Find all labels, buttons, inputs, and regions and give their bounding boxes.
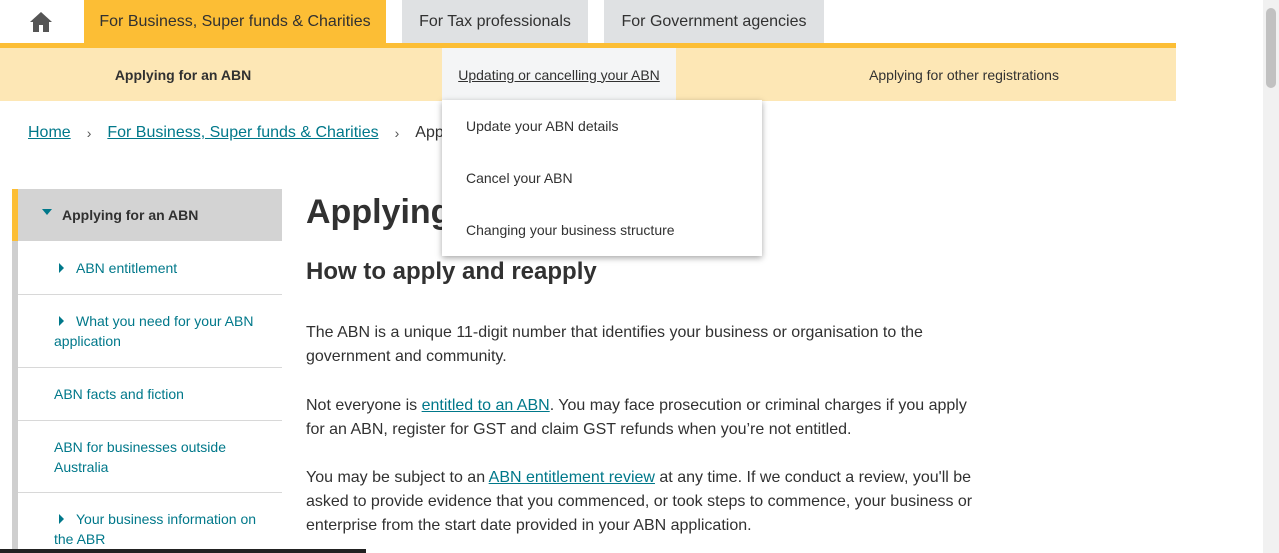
sidebar-item-outside-australia[interactable]: ABN for businesses outside Australia [18,421,282,493]
breadcrumb-home[interactable]: Home [28,124,71,142]
subnav-updating-abn[interactable]: Updating or cancelling your ABN [442,48,676,101]
caret-down-icon [42,209,52,215]
sub-navigation: Applying for an ABN Updating or cancelli… [0,48,1176,101]
sidebar-item-facts-fiction[interactable]: ABN facts and fiction [18,368,282,421]
sidebar-item-label: ABN for businesses outside Australia [54,439,226,475]
menu-item-cancel-abn[interactable]: Cancel your ABN [466,170,573,186]
sidebar-heading[interactable]: Applying for an ABN [12,189,282,241]
sidebar-nav: Applying for an ABN ABN entitlement What… [12,189,282,553]
sidebar-item-label: ABN entitlement [76,260,178,276]
link-entitled-abn[interactable]: entitled to an ABN [422,397,550,414]
sidebar-item-what-you-need[interactable]: What you need for your ABN application [18,295,282,368]
scrollbar-thumb[interactable] [1266,8,1276,88]
home-icon [30,11,52,32]
caret-right-icon [59,263,64,273]
updating-dropdown-menu: Update your ABN details Cancel your ABN … [442,100,762,256]
home-button[interactable] [0,0,82,43]
subnav-other-registrations[interactable]: Applying for other registrations [840,48,1088,101]
breadcrumb-separator: › [394,125,400,141]
tab-government-agencies[interactable]: For Government agencies [604,0,824,43]
paragraph-text: You may be subject to an [306,469,489,486]
top-navigation: For Business, Super funds & Charities Fo… [0,0,1176,48]
paragraph-text: Not everyone is [306,397,422,414]
sidebar-item-label: ABN facts and fiction [54,386,184,402]
breadcrumb-separator: › [86,125,92,141]
bottom-edge-bar [0,549,366,553]
sidebar-item-business-info-abr[interactable]: Your business information on the ABR [18,493,282,553]
paragraph-review: You may be subject to an ABN entitlement… [306,466,986,538]
link-entitlement-review[interactable]: ABN entitlement review [489,469,655,486]
sidebar-item-label: Your business information on the ABR [54,511,257,547]
section-heading: How to apply and reapply [306,258,597,285]
sidebar-heading-label: Applying for an ABN [62,207,199,223]
menu-item-changing-structure[interactable]: Changing your business structure [466,222,675,238]
breadcrumb-business[interactable]: For Business, Super funds & Charities [107,124,378,142]
menu-item-update-details[interactable]: Update your ABN details [466,118,619,134]
tab-business[interactable]: For Business, Super funds & Charities [84,0,386,43]
sidebar-item-label: What you need for your ABN application [54,313,254,349]
tab-tax-professionals[interactable]: For Tax professionals [402,0,588,43]
paragraph-entitlement: Not everyone is entitled to an ABN. You … [306,394,986,442]
subnav-applying-abn[interactable]: Applying for an ABN [60,48,306,101]
sidebar-item-abn-entitlement[interactable]: ABN entitlement [18,242,282,295]
paragraph-intro: The ABN is a unique 11-digit number that… [306,324,923,365]
